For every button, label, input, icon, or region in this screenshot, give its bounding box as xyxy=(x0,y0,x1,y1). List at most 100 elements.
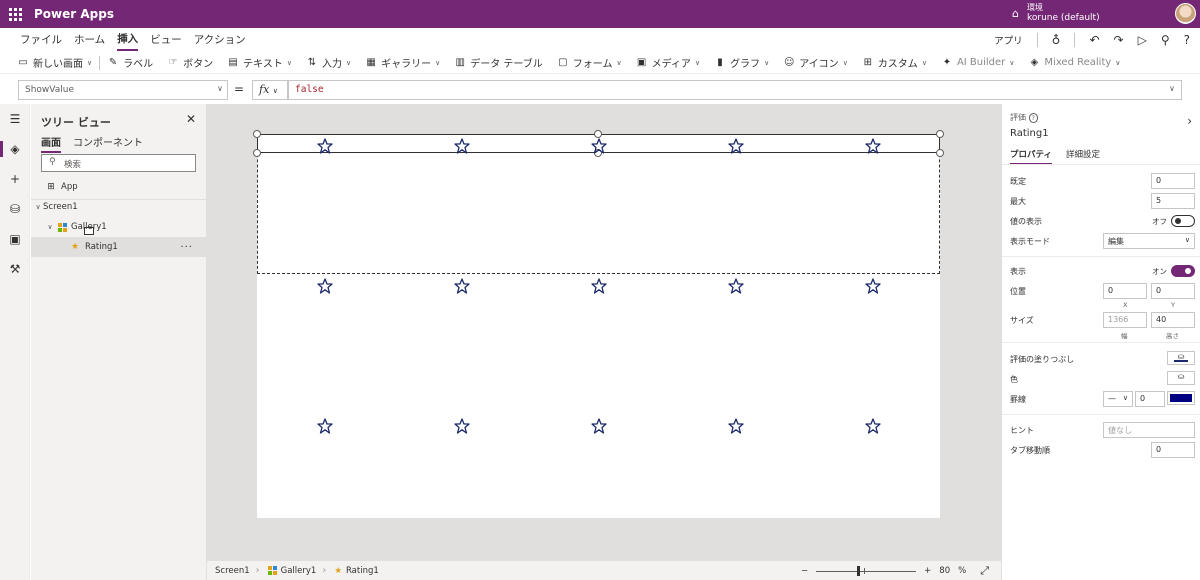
ribbon-label-button[interactable]: ✎ ラベル xyxy=(100,52,160,74)
chevron-down-icon[interactable]: ∨ xyxy=(45,223,55,231)
environment-picker[interactable]: ⌂ 環境 korune (default) xyxy=(1012,2,1100,24)
show-value-toggle[interactable] xyxy=(1171,215,1195,227)
star-icon[interactable] xyxy=(454,278,470,294)
border-width-input[interactable]: 0 xyxy=(1135,391,1165,407)
paint-bucket-icon: ⛀ xyxy=(1177,372,1185,381)
ribbon-mixed-reality-button[interactable]: ◈ Mixed Reality ∨ xyxy=(1021,52,1127,74)
close-icon[interactable]: ✕ xyxy=(186,112,196,126)
menu-file[interactable]: ファイル xyxy=(20,32,62,50)
menu-action[interactable]: アクション xyxy=(194,32,246,50)
rating-control[interactable] xyxy=(257,138,940,158)
breadcrumb-screen[interactable]: Screen1 xyxy=(215,566,250,576)
rating-control[interactable] xyxy=(257,278,940,298)
tab-screens[interactable]: 画面 xyxy=(41,134,61,153)
star-icon[interactable] xyxy=(454,138,470,154)
star-icon[interactable] xyxy=(317,138,333,154)
zoom-in-icon[interactable]: + xyxy=(924,566,931,576)
border-color-picker[interactable] xyxy=(1167,391,1195,405)
star-icon[interactable] xyxy=(454,418,470,434)
star-icon[interactable] xyxy=(865,278,881,294)
help-icon[interactable]: ? xyxy=(1184,33,1190,47)
star-icon[interactable] xyxy=(591,138,607,154)
data-icon[interactable]: ⛁ xyxy=(0,194,30,224)
stethoscope-icon[interactable]: ♁ xyxy=(1052,33,1061,47)
play-icon[interactable]: ▷ xyxy=(1138,33,1147,47)
tab-properties[interactable]: プロパティ xyxy=(1010,148,1052,165)
ribbon-form-button[interactable]: ▢ フォーム ∨ xyxy=(550,52,629,74)
menu-home[interactable]: ホーム xyxy=(74,32,105,50)
zoom-slider[interactable] xyxy=(816,565,917,576)
advanced-tools-icon[interactable]: ⚒ xyxy=(0,254,30,284)
max-input[interactable]: 5 xyxy=(1151,193,1195,209)
tab-components[interactable]: コンポーネント xyxy=(73,134,143,153)
star-icon[interactable] xyxy=(728,138,744,154)
resize-handle[interactable] xyxy=(253,130,261,138)
undo-icon[interactable]: ↶ xyxy=(1089,33,1099,47)
property-dropdown[interactable]: ShowValue ∨ xyxy=(18,80,228,100)
chevron-right-icon[interactable]: › xyxy=(1187,114,1192,128)
ribbon-gallery-button[interactable]: ▦ ギャラリー ∨ xyxy=(358,52,447,74)
width-input[interactable]: 1366 xyxy=(1103,312,1147,328)
ribbon-input-button[interactable]: ⇅ 入力 ∨ xyxy=(299,52,358,74)
resize-handle[interactable] xyxy=(594,130,602,138)
share-user-icon[interactable]: ⚲ xyxy=(1161,33,1170,47)
tree-node-rating1[interactable]: ★ Rating1 ··· xyxy=(31,237,207,257)
app-checker-label[interactable]: アプリ xyxy=(994,33,1023,47)
star-icon[interactable] xyxy=(317,418,333,434)
tree-node-gallery1[interactable]: ∨ Gallery1 xyxy=(31,217,207,237)
screen-canvas[interactable] xyxy=(253,130,944,518)
visible-toggle[interactable] xyxy=(1171,265,1195,277)
border-style-dropdown[interactable]: — ∨ xyxy=(1103,391,1133,407)
star-icon[interactable] xyxy=(865,418,881,434)
ribbon-text-button[interactable]: ▤ テキスト ∨ xyxy=(220,52,299,74)
formula-input[interactable]: false ∨ xyxy=(288,80,1182,100)
star-icon[interactable] xyxy=(317,278,333,294)
color-picker[interactable]: ⛀ xyxy=(1167,371,1195,385)
hamburger-icon[interactable]: ☰ xyxy=(0,104,30,134)
zoom-out-icon[interactable]: − xyxy=(801,566,808,576)
breadcrumb-label: Screen1 xyxy=(215,565,250,576)
tree-search-input[interactable]: ⚲ 検索 xyxy=(41,154,196,172)
more-options-icon[interactable]: ··· xyxy=(180,242,193,253)
rating-fill-picker[interactable]: ⛀ xyxy=(1167,351,1195,365)
star-icon[interactable] xyxy=(865,138,881,154)
ribbon-media-button[interactable]: ▣ メディア ∨ xyxy=(629,52,707,74)
insert-plus-icon[interactable]: + xyxy=(0,164,30,194)
ribbon-shapes-button[interactable]: ☺ アイコン ∨ xyxy=(776,52,855,74)
menu-view[interactable]: ビュー xyxy=(150,32,182,50)
user-avatar[interactable] xyxy=(1175,3,1196,24)
tree-node-screen1[interactable]: ∨ Screen1 xyxy=(31,197,207,235)
rating-control[interactable] xyxy=(257,418,940,438)
tab-index-input[interactable]: 0 xyxy=(1151,442,1195,458)
expand-formula-icon[interactable]: ∨ xyxy=(1169,84,1175,93)
fullscreen-icon[interactable]: ⤢ xyxy=(980,564,989,578)
resize-handle[interactable] xyxy=(936,130,944,138)
star-icon[interactable] xyxy=(591,278,607,294)
y-input[interactable]: 0 xyxy=(1151,283,1195,299)
x-input[interactable]: 0 xyxy=(1103,283,1147,299)
fx-button[interactable]: fx ∨ xyxy=(252,80,288,100)
star-icon[interactable] xyxy=(728,418,744,434)
ribbon-new-screen-button[interactable]: ▭ 新しい画面 ∨ xyxy=(10,52,99,74)
height-input[interactable]: 40 xyxy=(1151,312,1195,328)
tree-node-app[interactable]: ⊞ App xyxy=(31,177,207,197)
star-icon[interactable] xyxy=(591,418,607,434)
breadcrumb-gallery[interactable]: Gallery1 xyxy=(267,566,316,576)
breadcrumb-rating[interactable]: ★ Rating1 xyxy=(334,566,378,576)
hint-input[interactable]: 値なし xyxy=(1103,422,1195,438)
default-input[interactable]: 0 xyxy=(1151,173,1195,189)
menu-insert[interactable]: 挿入 xyxy=(117,31,139,51)
ribbon-chart-button[interactable]: ▮ グラフ ∨ xyxy=(707,52,776,74)
star-icon[interactable] xyxy=(728,278,744,294)
media-icon[interactable]: ▣ xyxy=(0,224,30,254)
ribbon-button-button[interactable]: ☞ ボタン xyxy=(160,52,220,74)
waffle-menu-icon[interactable] xyxy=(0,0,30,28)
ribbon-ai-builder-button[interactable]: ✦ AI Builder ∨ xyxy=(934,52,1021,74)
display-mode-dropdown[interactable]: 編集 ∨ xyxy=(1103,233,1195,249)
chevron-down-icon[interactable]: ∨ xyxy=(33,203,43,211)
ribbon-custom-button[interactable]: ⊞ カスタム ∨ xyxy=(855,52,934,74)
tree-view-icon[interactable]: ◈ xyxy=(0,134,30,164)
redo-icon[interactable]: ↷ xyxy=(1114,33,1124,47)
tab-advanced[interactable]: 詳細設定 xyxy=(1066,148,1100,165)
ribbon-data-table-button[interactable]: ▥ データ テーブル xyxy=(447,52,550,74)
